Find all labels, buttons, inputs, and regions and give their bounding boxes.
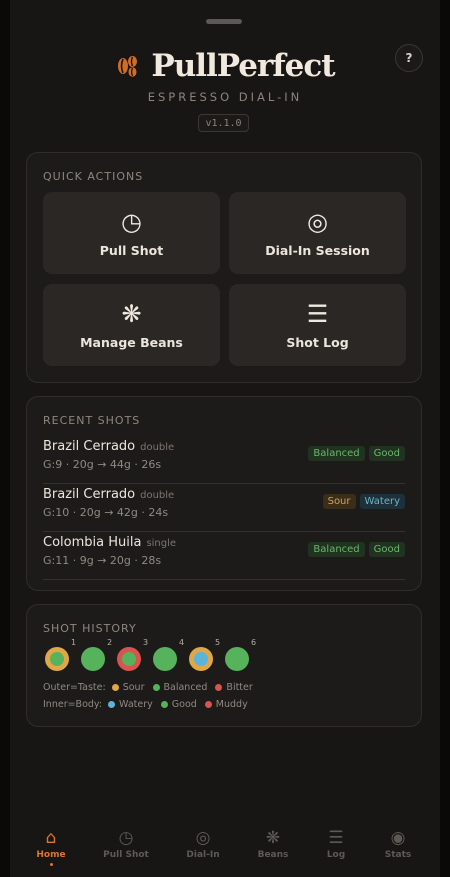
shot-number: 5	[215, 638, 221, 647]
good-swatch	[160, 701, 168, 708]
shot-history-title: SHOT HISTORY	[43, 622, 137, 635]
shot-history-dot[interactable]: 1	[45, 638, 76, 671]
taste-tag: Balanced	[308, 542, 365, 557]
watery-legend-label: Watery	[119, 699, 153, 710]
nav-home[interactable]: ⌂ Home	[21, 828, 81, 866]
quick-actions-card: QUICK ACTIONS ◷ Pull Shot ◎ Dial-In Sess…	[26, 152, 422, 383]
bitter-legend-label: Bitter	[226, 682, 253, 693]
shot-type: double	[140, 442, 175, 453]
target-icon: ◎	[195, 828, 211, 848]
app-header: PullPerfect	[0, 48, 450, 84]
taste-legend-label: Outer=Taste:	[43, 682, 106, 693]
version-badge: v1.1.0	[198, 114, 249, 132]
bean-name: Brazil Cerrado	[43, 487, 136, 502]
dial-in-session-label: Dial-In Session	[265, 242, 370, 258]
nav-pull-shot[interactable]: ◷ Pull Shot	[96, 828, 156, 860]
body-core	[50, 652, 64, 666]
target-icon: ◎	[307, 207, 328, 236]
shot-meta: G:10 · 20g → 42g · 24s	[43, 506, 169, 519]
nav-stats-label: Stats	[384, 850, 412, 860]
watery-swatch	[108, 701, 116, 708]
shot-meta: G:11 · 9g → 20g · 28s	[43, 554, 162, 567]
body-legend-label: Inner=Body:	[43, 699, 103, 710]
asterisk-icon: ❋	[121, 299, 142, 328]
clock-icon: ◷	[118, 828, 134, 848]
shot-history-dot[interactable]: 4	[153, 638, 184, 671]
pull-shot-label: Pull Shot	[99, 242, 164, 258]
shot-type: double	[140, 490, 175, 501]
bean-name: Colombia Huila	[43, 535, 142, 550]
list-icon: ☰	[328, 828, 344, 848]
recent-shots-card: RECENT SHOTS Brazil Cerrado double G:9 · …	[26, 396, 422, 591]
shot-number: 6	[251, 638, 257, 647]
clock-icon: ◷	[121, 207, 142, 236]
app-title: PullPerfect	[151, 48, 335, 84]
nav-stats[interactable]: ◉ Stats	[368, 828, 428, 860]
shot-number: 3	[143, 638, 149, 647]
coffee-bean-icon	[118, 56, 138, 77]
sour-swatch	[111, 684, 119, 691]
shot-log-label: Shot Log	[286, 334, 349, 350]
shot-history-card: SHOT HISTORY 1 2 3 4 5 6 Outer=Taste: Sour Ba…	[26, 604, 422, 727]
manage-beans-button[interactable]: ❋ Manage Beans	[43, 284, 220, 366]
shot-meta: G:9 · 20g → 44g · 26s	[43, 458, 162, 471]
sour-legend-label: Sour	[122, 682, 145, 693]
body-tag: Good	[368, 446, 405, 461]
good-legend-label: Good	[171, 699, 197, 710]
asterisk-icon: ❋	[265, 828, 281, 848]
body-tag: Good	[368, 542, 405, 557]
body-tag: Watery	[359, 494, 405, 509]
nav-log-label: Log	[326, 850, 346, 860]
taste-tag: Sour	[322, 494, 356, 509]
shot-row[interactable]: Brazil Cerrado double G:10 · 20g → 42g · …	[43, 483, 405, 532]
nav-beans-label: Beans	[257, 850, 289, 860]
nav-beans[interactable]: ❋ Beans	[243, 828, 303, 860]
nav-log[interactable]: ☰ Log	[306, 828, 366, 860]
taste-legend: Outer=Taste: Sour Balanced Bitter	[43, 682, 261, 693]
shot-row[interactable]: Brazil Cerrado double G:9 · 20g → 44g · 2…	[43, 435, 405, 484]
drag-handle[interactable]	[206, 19, 242, 24]
shot-history-dot[interactable]: 2	[81, 638, 112, 671]
bitter-swatch	[215, 684, 223, 691]
shot-number: 2	[107, 638, 113, 647]
body-core	[158, 652, 172, 666]
shot-log-button[interactable]: ☰ Shot Log	[229, 284, 406, 366]
body-core	[230, 652, 244, 666]
recent-shots-title: RECENT SHOTS	[43, 414, 141, 427]
taste-tag: Balanced	[308, 446, 365, 461]
shot-history-dot[interactable]: 5	[189, 638, 220, 671]
balanced-legend-label: Balanced	[163, 682, 208, 693]
home-icon: ⌂	[45, 828, 57, 848]
balanced-swatch	[152, 684, 160, 691]
pull-shot-button[interactable]: ◷ Pull Shot	[43, 192, 220, 274]
quick-actions-title: QUICK ACTIONS	[43, 170, 144, 183]
shot-history-dot[interactable]: 6	[225, 638, 256, 671]
dial-in-session-button[interactable]: ◎ Dial-In Session	[229, 192, 406, 274]
manage-beans-label: Manage Beans	[80, 334, 183, 350]
nav-dial-in-label: Dial-In	[186, 850, 220, 860]
bean-name: Brazil Cerrado	[43, 439, 136, 454]
shot-history-dot[interactable]: 3	[117, 638, 148, 671]
app-subtitle: ESPRESSO DIAL-IN	[147, 90, 303, 104]
muddy-legend-label: Muddy	[215, 699, 248, 710]
list-icon: ☰	[306, 299, 329, 328]
body-core	[122, 652, 136, 666]
active-indicator	[49, 863, 53, 866]
shot-number: 1	[71, 638, 77, 647]
nav-home-label: Home	[36, 850, 66, 860]
body-core	[86, 652, 100, 666]
body-core	[194, 652, 208, 666]
shot-row[interactable]: Colombia Huila single G:11 · 9g → 20g · 2…	[43, 531, 405, 580]
stats-icon: ◉	[390, 828, 406, 848]
body-legend: Inner=Body: Watery Good Muddy	[43, 699, 256, 710]
muddy-swatch	[204, 701, 212, 708]
shot-type: single	[146, 538, 177, 549]
nav-pull-shot-label: Pull Shot	[103, 850, 149, 860]
nav-dial-in[interactable]: ◎ Dial-In	[173, 828, 233, 860]
shot-number: 4	[179, 638, 185, 647]
